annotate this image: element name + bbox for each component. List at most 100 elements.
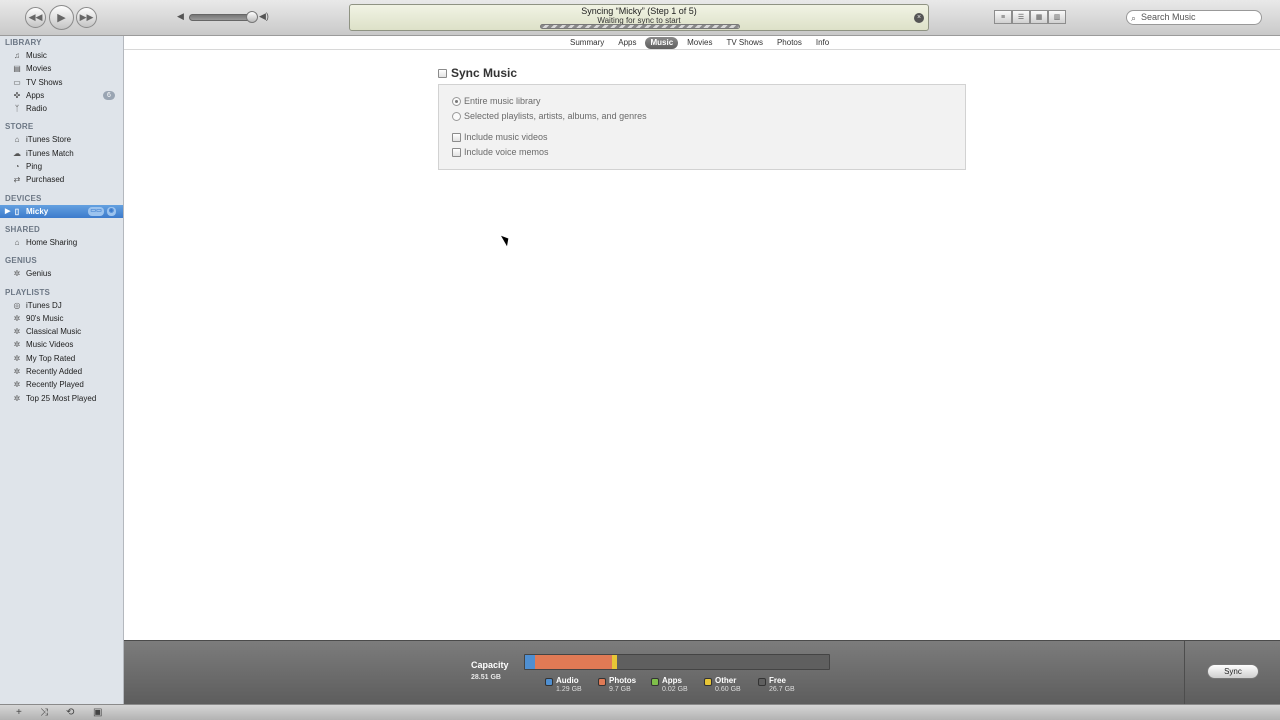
- repeat-icon[interactable]: ⟲: [66, 706, 74, 719]
- sidebar-item-top-25-most-played[interactable]: ✲ Top 25 Most Played: [0, 392, 123, 405]
- sidebar-item-classical-music[interactable]: ✲ Classical Music: [0, 325, 123, 338]
- capacity-label: Capacity: [471, 660, 509, 670]
- sidebar-item-label: Purchased: [26, 175, 65, 185]
- genius-icon: ✲: [13, 269, 21, 279]
- sidebar-item-label: Home Sharing: [26, 237, 78, 247]
- sync-music-title: Sync Music: [451, 66, 518, 80]
- entire-library-label: Entire music library: [464, 96, 541, 106]
- legend-name: Audio: [556, 676, 579, 685]
- legend-name: Other: [715, 676, 737, 685]
- battery-icon: ▭▭: [88, 206, 104, 216]
- legend-name: Apps: [662, 676, 682, 685]
- sidebar-item-label: Recently Added: [26, 367, 83, 377]
- sidebar-item-label: Music: [26, 51, 47, 60]
- selected-items-radio[interactable]: [452, 111, 461, 121]
- store-icon: ⌂: [14, 135, 20, 145]
- entire-library-radio[interactable]: [452, 96, 461, 106]
- capacity-panel: Capacity 28.51 GB Audio 1.29 GB Photos 9.7…: [124, 640, 1280, 704]
- rewind-button[interactable]: ◀◀: [25, 7, 46, 28]
- sidebar-item-ping[interactable]: ◔ Ping: [0, 160, 123, 173]
- volume-low-icon: ◀: [177, 11, 184, 21]
- sidebar-item-label: iTunes Store: [26, 135, 72, 145]
- audio-swatch: [545, 678, 553, 686]
- cancel-sync-icon[interactable]: ×: [914, 13, 924, 23]
- add-playlist-icon[interactable]: +: [16, 706, 22, 719]
- include-voice-memos-checkbox[interactable]: [452, 147, 461, 157]
- album-list-view-icon[interactable]: ☰: [1012, 10, 1030, 24]
- capacity-segment-free: [617, 655, 829, 669]
- shuffle-icon[interactable]: ⤨: [40, 706, 48, 719]
- coverflow-view-icon[interactable]: ▥: [1048, 10, 1066, 24]
- tab-summary[interactable]: Summary: [565, 37, 609, 49]
- sync-button[interactable]: Sync: [1207, 664, 1259, 679]
- tab-photos[interactable]: Photos: [772, 37, 807, 49]
- sidebar-item-90s-music[interactable]: ✲ 90's Music: [0, 312, 123, 325]
- apps-update-badge: 6: [103, 90, 115, 100]
- option-entire-library[interactable]: Entire music library: [452, 96, 541, 106]
- sidebar-item-label: My Top Rated: [26, 353, 76, 363]
- ping-icon: ◔: [14, 162, 20, 172]
- include-music-videos-label: Include music videos: [464, 132, 548, 142]
- iphone-icon: ▯: [14, 206, 20, 216]
- include-music-videos-checkbox[interactable]: [452, 132, 461, 142]
- sidebar-item-device-micky[interactable]: ▶ ▯ Micky ▭▭ ◉: [0, 204, 123, 218]
- sidebar-item-label: 90's Music: [26, 313, 64, 323]
- tab-info[interactable]: Info: [811, 37, 834, 49]
- sidebar-item-purchased[interactable]: ⇄ Purchased: [0, 173, 123, 186]
- dj-icon: ◎: [13, 300, 21, 310]
- smart-playlist-icon: ✲: [13, 393, 21, 403]
- tab-movies[interactable]: Movies: [682, 37, 717, 49]
- smart-playlist-icon: ✲: [13, 327, 21, 337]
- smart-playlist-icon: ✲: [13, 313, 21, 323]
- status-display: Syncing “Micky” (Step 1 of 5) Waiting fo…: [349, 4, 929, 31]
- tab-apps[interactable]: Apps: [613, 37, 641, 49]
- apps-icon: ✜: [13, 90, 21, 100]
- sidebar-item-radio[interactable]: ᛉ Radio: [0, 102, 123, 115]
- grid-view-icon[interactable]: ▦: [1030, 10, 1048, 24]
- volume-knob[interactable]: [246, 11, 258, 23]
- tab-tv-shows[interactable]: TV Shows: [721, 37, 767, 49]
- sidebar-item-label: Movies: [26, 64, 52, 74]
- free-swatch: [758, 678, 766, 686]
- sidebar-item-itunes-match[interactable]: ☁ iTunes Match: [0, 147, 123, 160]
- legend-audio: Audio 1.29 GB: [545, 676, 582, 694]
- search-field[interactable]: ⌕ Search Music: [1126, 10, 1262, 25]
- sidebar-section-library: LIBRARY: [5, 38, 42, 47]
- sidebar-item-movies[interactable]: ▤ Movies: [0, 62, 123, 75]
- sidebar-item-label: iTunes Match: [26, 148, 74, 158]
- sidebar-item-music[interactable]: ♫ Music: [0, 49, 123, 62]
- sidebar-item-genius[interactable]: ✲ Genius: [0, 267, 123, 280]
- sidebar-item-recently-added[interactable]: ✲ Recently Added: [0, 365, 123, 378]
- option-include-music-videos[interactable]: Include music videos: [452, 132, 548, 142]
- sidebar-section-playlists: PLAYLISTS: [5, 287, 51, 297]
- sidebar-item-tv-shows[interactable]: ▭ TV Shows: [0, 76, 123, 89]
- sidebar-item-home-sharing[interactable]: ⌂ Home Sharing: [0, 236, 123, 249]
- list-view-icon[interactable]: ≡: [994, 10, 1012, 24]
- selected-items-label: Selected playlists, artists, albums, and…: [464, 111, 647, 121]
- sidebar-item-recently-played[interactable]: ✲ Recently Played: [0, 378, 123, 391]
- sidebar-item-itunes-dj[interactable]: ◎ iTunes DJ: [0, 299, 123, 312]
- fast-forward-button[interactable]: ▶▶: [76, 7, 97, 28]
- legend-photos: Photos 9.7 GB: [598, 676, 636, 694]
- sidebar-section-store: STORE: [5, 122, 34, 132]
- play-button[interactable]: ▶: [49, 5, 74, 30]
- sync-music-checkbox[interactable]: [438, 68, 447, 78]
- eject-icon[interactable]: ◉: [106, 206, 116, 216]
- show-artwork-icon[interactable]: ▣: [93, 706, 102, 719]
- sidebar-item-music-videos[interactable]: ✲ Music Videos: [0, 338, 123, 351]
- sidebar-item-my-top-rated[interactable]: ✲ My Top Rated: [0, 352, 123, 365]
- smart-playlist-icon: ✲: [13, 367, 21, 377]
- option-selected-items[interactable]: Selected playlists, artists, albums, and…: [452, 111, 647, 121]
- sync-music-header: Sync Music: [438, 66, 517, 80]
- sidebar-item-label: Micky: [26, 206, 49, 216]
- sidebar-item-itunes-store[interactable]: ⌂ iTunes Store: [0, 133, 123, 146]
- legend-apps: Apps 0.02 GB: [651, 676, 688, 694]
- music-note-icon: ♫: [14, 51, 20, 60]
- sidebar-item-apps[interactable]: ✜ Apps 6: [0, 89, 123, 102]
- bottom-bar: + ⤨ ⟲ ▣: [0, 704, 1280, 720]
- disclosure-triangle-icon[interactable]: ▶: [5, 205, 10, 218]
- legend-name: Photos: [609, 676, 637, 685]
- play-icon: ▶: [57, 12, 66, 24]
- tab-music[interactable]: Music: [645, 37, 679, 49]
- option-include-voice-memos[interactable]: Include voice memos: [452, 147, 549, 157]
